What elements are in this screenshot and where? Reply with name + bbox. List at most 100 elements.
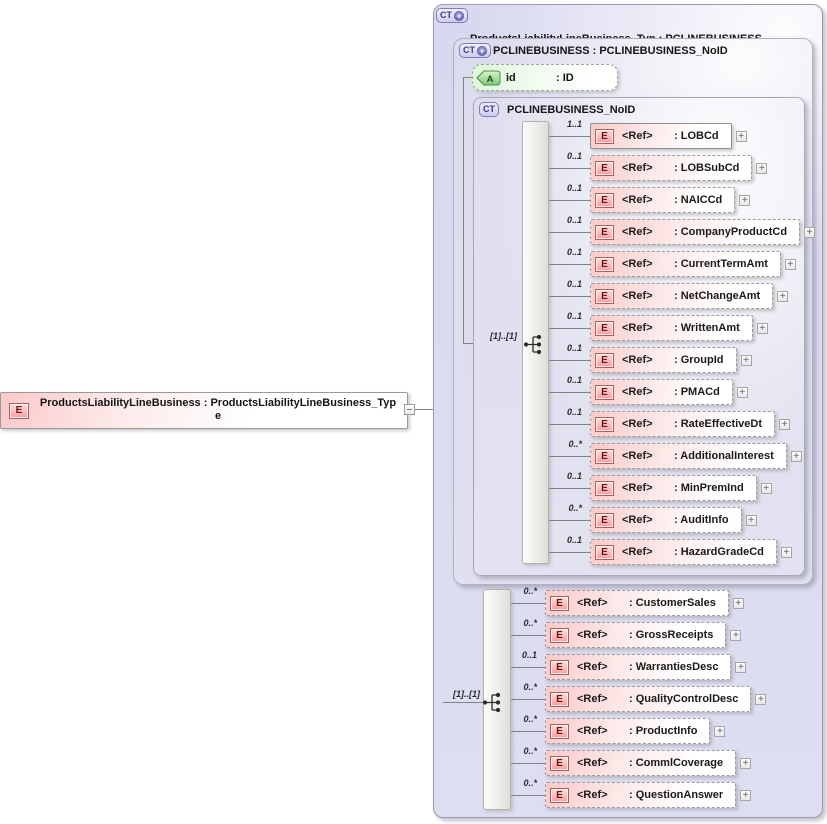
- element-ref-box[interactable]: E <Ref> : PMACd: [590, 379, 733, 405]
- root-element-label: ProductsLiabilityLineBusiness : Products…: [31, 397, 405, 423]
- ref-name: : GrossReceipts: [629, 629, 713, 641]
- element-row: 0..1 E <Ref> : CurrentTermAmt +: [549, 251, 796, 277]
- expand-icon[interactable]: +: [779, 419, 790, 430]
- ref-label: <Ref>: [622, 386, 674, 398]
- element-icon: E: [550, 660, 569, 675]
- ref-label: <Ref>: [622, 482, 674, 494]
- sequence-occurrence-label: [1]..[1]: [467, 331, 517, 341]
- connector-line: [549, 123, 590, 149]
- element-ref-box[interactable]: E <Ref> : ProductInfo: [545, 718, 710, 744]
- element-ref-box[interactable]: E <Ref> : WrittenAmt: [590, 315, 753, 341]
- connector-line: [549, 475, 590, 501]
- middle-type-title[interactable]: PCLINEBUSINESS : PCLINEBUSINESS_NoID: [493, 45, 728, 58]
- expand-icon[interactable]: +: [785, 259, 796, 270]
- ref-label: <Ref>: [622, 546, 674, 558]
- expand-icon[interactable]: +: [755, 694, 766, 705]
- expand-icon[interactable]: +: [781, 547, 792, 558]
- attribute-box-id[interactable]: A id : ID: [472, 64, 618, 91]
- expand-icon[interactable]: +: [735, 662, 746, 673]
- element-row: 0..1 E <Ref> : WrittenAmt +: [549, 315, 768, 341]
- ref-name: : MinPremInd: [674, 482, 744, 494]
- sequence-icon[interactable]: [481, 692, 505, 713]
- ref-name: : CompanyProductCd: [674, 226, 787, 238]
- element-row: 0..1 E <Ref> : MinPremInd +: [549, 475, 772, 501]
- inner-type-title[interactable]: PCLINEBUSINESS_NoID: [507, 104, 635, 117]
- ref-name: : NetChangeAmt: [674, 290, 760, 302]
- complex-type-icon: CT +: [436, 8, 468, 23]
- ref-label: <Ref>: [622, 226, 674, 238]
- element-ref-box[interactable]: E <Ref> : RateEffectiveDt: [590, 411, 775, 437]
- sequence-occurrence-label: [1]..[1]: [430, 689, 480, 699]
- ref-name: : LOBSubCd: [674, 162, 739, 174]
- element-ref-box[interactable]: E <Ref> : GrossReceipts: [545, 622, 726, 648]
- element-icon: E: [595, 385, 614, 400]
- root-element-label-line2: e: [31, 410, 405, 423]
- connector-line: [511, 686, 545, 712]
- element-ref-box[interactable]: E <Ref> : AuditInfo: [590, 507, 742, 533]
- ref-label: <Ref>: [622, 450, 674, 462]
- ref-label: <Ref>: [577, 661, 629, 673]
- element-ref-box[interactable]: E <Ref> : HazardGradeCd: [590, 539, 777, 565]
- element-row: 0..1 E <Ref> : WarrantiesDesc +: [511, 654, 746, 680]
- connector-line: [549, 315, 590, 341]
- expand-icon[interactable]: +: [730, 630, 741, 641]
- element-icon: E: [595, 225, 614, 240]
- element-row: 0..* E <Ref> : GrossReceipts +: [511, 622, 741, 648]
- connector-line: [549, 283, 590, 309]
- element-row: 0..1 E <Ref> : HazardGradeCd +: [549, 539, 792, 565]
- element-ref-box[interactable]: E <Ref> : LOBSubCd: [590, 155, 752, 181]
- expand-icon[interactable]: +: [791, 451, 802, 462]
- expand-icon[interactable]: +: [756, 163, 767, 174]
- connector-line: [511, 590, 545, 616]
- expand-icon[interactable]: +: [736, 131, 747, 142]
- ref-name: : WarrantiesDesc: [629, 661, 718, 673]
- expand-icon[interactable]: +: [777, 291, 788, 302]
- attribute-name: id: [506, 72, 516, 84]
- expand-icon[interactable]: +: [737, 387, 748, 398]
- expand-icon[interactable]: +: [740, 790, 751, 801]
- expand-icon[interactable]: +: [746, 515, 757, 526]
- ref-name: : RateEffectiveDt: [674, 418, 762, 430]
- expand-icon[interactable]: +: [740, 758, 751, 769]
- connector-line: [549, 187, 590, 213]
- element-ref-box[interactable]: E <Ref> : AdditionalInterest: [590, 443, 787, 469]
- element-row: 0..* E <Ref> : QualityControlDesc +: [511, 686, 766, 712]
- element-ref-box[interactable]: E <Ref> : QuestionAnswer: [545, 782, 736, 808]
- expand-icon[interactable]: +: [804, 227, 815, 238]
- element-ref-box[interactable]: E <Ref> : CompanyProductCd: [590, 219, 800, 245]
- ref-name: : GroupId: [674, 354, 724, 366]
- ref-name: : HazardGradeCd: [674, 546, 764, 558]
- complex-type-icon: CT: [479, 102, 499, 117]
- connector-line: [549, 507, 590, 533]
- ref-label: <Ref>: [622, 162, 674, 174]
- root-element-box[interactable]: E ProductsLiabilityLineBusiness : Produc…: [0, 392, 408, 429]
- element-ref-box[interactable]: E <Ref> : QualityControlDesc: [545, 686, 751, 712]
- connector-line: [549, 251, 590, 277]
- expand-icon[interactable]: +: [741, 355, 752, 366]
- connector-line: [549, 379, 590, 405]
- element-ref-box[interactable]: E <Ref> : GroupId: [590, 347, 737, 373]
- expand-icon[interactable]: +: [714, 726, 725, 737]
- element-icon: E: [595, 321, 614, 336]
- element-icon: E: [595, 161, 614, 176]
- collapse-icon[interactable]: [404, 404, 415, 415]
- element-ref-box[interactable]: E <Ref> : NetChangeAmt: [590, 283, 773, 309]
- element-ref-box[interactable]: E <Ref> : MinPremInd: [590, 475, 757, 501]
- ref-label: <Ref>: [622, 322, 674, 334]
- expand-icon[interactable]: +: [761, 483, 772, 494]
- element-ref-box[interactable]: E <Ref> : NAICCd: [590, 187, 735, 213]
- element-ref-box[interactable]: E <Ref> : CurrentTermAmt: [590, 251, 781, 277]
- ref-name: : QualityControlDesc: [629, 693, 738, 705]
- expand-icon[interactable]: +: [739, 195, 750, 206]
- connector-line: [511, 654, 545, 680]
- expand-icon[interactable]: +: [757, 323, 768, 334]
- element-ref-box[interactable]: E <Ref> : LOBCd: [590, 123, 732, 149]
- element-ref-box[interactable]: E <Ref> : WarrantiesDesc: [545, 654, 731, 680]
- expand-icon[interactable]: +: [733, 598, 744, 609]
- element-ref-box[interactable]: E <Ref> : CommlCoverage: [545, 750, 736, 776]
- element-ref-box[interactable]: E <Ref> : CustomerSales: [545, 590, 729, 616]
- element-icon: E: [550, 788, 569, 803]
- element-row: 0..1 E <Ref> : RateEffectiveDt +: [549, 411, 790, 437]
- element-row: 0..1 E <Ref> : GroupId +: [549, 347, 752, 373]
- ct-label: CT: [440, 9, 452, 22]
